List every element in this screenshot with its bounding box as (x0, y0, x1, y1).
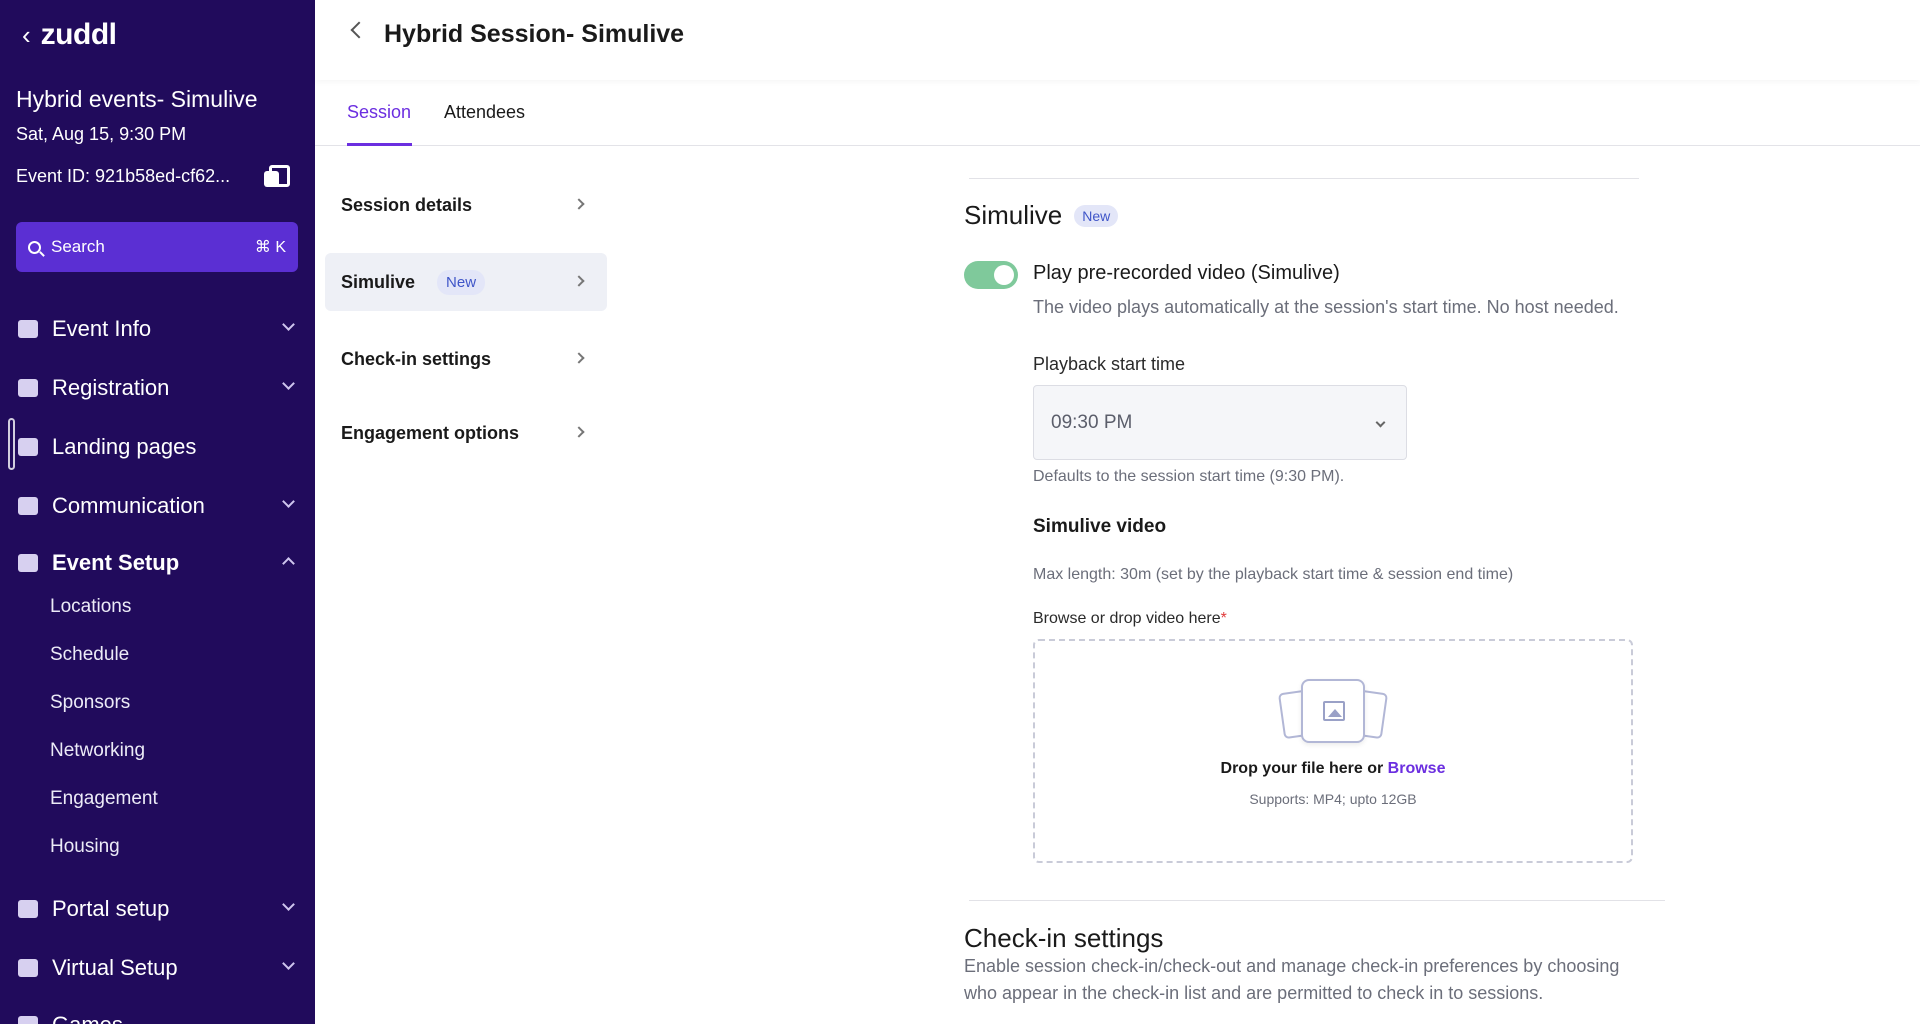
nav-communication[interactable]: Communication (0, 486, 315, 526)
nav-portal-setup[interactable]: Portal setup (0, 889, 315, 929)
chevron-up-icon (282, 557, 295, 570)
toggle-label: Play pre-recorded video (Simulive) (1033, 262, 1340, 284)
subnav-label: Engagement options (341, 422, 520, 443)
logo-row[interactable]: ‹ zuddl (22, 18, 117, 52)
nav-virtual-setup[interactable]: Virtual Setup (0, 948, 315, 988)
section-divider (969, 900, 1665, 901)
drop-label: Browse or drop video here* (1033, 610, 1227, 628)
select-value: 09:30 PM (1051, 411, 1133, 433)
simulive-video-title: Simulive video (1033, 516, 1167, 537)
nav-label: Event Info (52, 316, 152, 341)
chevron-down-icon (282, 318, 295, 331)
nav-sub-housing[interactable]: Housing (50, 836, 120, 858)
user-icon (18, 959, 38, 977)
nav-sub-networking[interactable]: Networking (50, 740, 145, 762)
nav-label: Landing pages (52, 434, 197, 459)
checkin-desc-line1: Enable session check-in/check-out and ma… (964, 956, 1620, 976)
drop-text-row: Drop your file here or Browse (1035, 760, 1631, 778)
subnav-session-details[interactable]: Session details (325, 176, 607, 234)
signpost-icon (18, 554, 38, 572)
subnav-engagement-options[interactable]: Engagement options (325, 404, 607, 462)
checkin-desc-line2: who appear in the check-in list and are … (964, 983, 1544, 1003)
chevron-down-icon (282, 957, 295, 970)
section-divider (969, 178, 1639, 179)
video-dropzone[interactable]: Drop your file here or Browse Supports: … (1033, 639, 1633, 863)
playback-start-time-select[interactable]: 09:30 PM (1033, 385, 1407, 460)
section-title-text: Simulive (964, 200, 1063, 230)
nav-label: Virtual Setup (52, 955, 178, 980)
zuddl-logo: zuddl (40, 18, 117, 51)
back-chevron-icon[interactable] (350, 21, 368, 39)
video-max-length: Max length: 30m (set by the playback sta… (1033, 566, 1514, 583)
event-id-row: Event ID: 921b58ed-cf62... (16, 165, 290, 187)
tab-bar: Session Attendees (315, 80, 1920, 146)
tab-session[interactable]: Session (347, 102, 411, 123)
search-icon (28, 240, 41, 254)
subnav-label: Session details (341, 194, 473, 215)
playback-hint: Defaults to the session start time (9:30… (1033, 468, 1345, 485)
nav-sub-sponsors[interactable]: Sponsors (50, 692, 130, 714)
event-title: Hybrid events- Simulive (16, 86, 258, 112)
form-icon (18, 379, 38, 397)
chevron-right-icon (573, 426, 585, 438)
nav-label: Communication (52, 493, 205, 518)
nav-label: Event Setup (52, 550, 180, 575)
nav-registration[interactable]: Registration (0, 368, 315, 408)
mail-icon (18, 497, 38, 515)
browse-link[interactable]: Browse (1388, 760, 1446, 777)
new-badge: New (1074, 204, 1119, 227)
wand-icon (18, 320, 38, 338)
chevron-down-icon (282, 495, 295, 508)
subnav-label: Simulive (341, 271, 416, 292)
simulive-toggle[interactable] (964, 261, 1018, 289)
playback-label: Playback start time (1033, 354, 1186, 374)
sidebar: ‹ zuddl Hybrid events- Simulive Sat, Aug… (0, 0, 315, 1024)
crown-icon (18, 1016, 38, 1024)
nav-label: Portal setup (52, 896, 170, 921)
chevron-down-icon (282, 377, 295, 390)
users-icon (18, 900, 38, 918)
nav-sub-locations[interactable]: Locations (50, 596, 131, 618)
nav-label: Games (52, 1012, 123, 1024)
checkin-section-title: Check-in settings (964, 923, 1164, 953)
nav-landing-pages[interactable]: Landing pages (0, 427, 315, 467)
drop-label-text: Browse or drop video here (1033, 610, 1221, 627)
tab-attendees[interactable]: Attendees (444, 102, 525, 123)
event-id: Event ID: 921b58ed-cf62... (16, 165, 231, 186)
nav-sub-schedule[interactable]: Schedule (50, 644, 129, 666)
chevron-right-icon (573, 352, 585, 364)
subnav-checkin-settings[interactable]: Check-in settings (325, 330, 607, 388)
drop-supports: Supports: MP4; upto 12GB (1249, 791, 1417, 807)
chevron-right-icon (573, 275, 585, 287)
nav-event-info[interactable]: Event Info (0, 309, 315, 349)
nav-sub-engagement[interactable]: Engagement (50, 788, 158, 810)
nav-games[interactable]: Games (0, 1005, 315, 1024)
page-header: Hybrid Session- Simulive (315, 0, 1920, 80)
subnav-label: Check-in settings (341, 348, 492, 369)
page-title: Hybrid Session- Simulive (384, 20, 685, 48)
browser-icon (18, 438, 38, 456)
back-arrow-icon[interactable]: ‹ (22, 22, 31, 48)
copy-icon[interactable] (264, 165, 290, 187)
chevron-down-icon (1375, 417, 1386, 428)
search-button[interactable]: Search ⌘ K (16, 222, 298, 272)
active-tab-indicator (347, 143, 412, 146)
nav-event-setup[interactable]: Event Setup (0, 543, 315, 583)
search-shortcut: ⌘ K (254, 239, 286, 256)
new-badge: New (437, 269, 486, 295)
search-label: Search (51, 237, 105, 256)
subnav-simulive[interactable]: Simulive New (325, 253, 607, 311)
simulive-section-title: Simulive New (964, 200, 1119, 231)
chevron-down-icon (282, 898, 295, 911)
toggle-description: The video plays automatically at the ses… (1033, 297, 1619, 317)
chevron-right-icon (573, 198, 585, 210)
nav-label: Registration (52, 375, 170, 400)
event-date: Sat, Aug 15, 9:30 PM (16, 124, 187, 144)
required-asterisk: * (1220, 610, 1227, 627)
drop-text: Drop your file here or (1220, 760, 1384, 777)
image-upload-icon (1277, 679, 1389, 745)
